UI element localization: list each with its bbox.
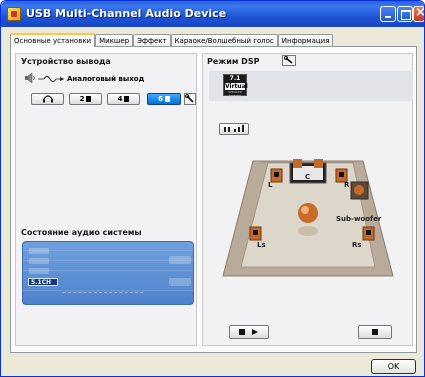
title-bar[interactable]: USB Multi-Channel Audio Device	[1, 1, 424, 27]
headphones-output-button[interactable]	[31, 93, 64, 105]
status-control	[169, 278, 191, 286]
dsp-settings-wrench-icon[interactable]	[282, 55, 296, 66]
channel-indicator	[29, 258, 49, 264]
output-settings-wrench-icon[interactable]	[184, 93, 196, 105]
speaker-label-left-surround: Ls	[257, 241, 266, 249]
tab-bar: Основные установки Микшер Эффект Караоке…	[10, 33, 334, 47]
speaker-cone	[293, 159, 302, 168]
level-bar-icon	[234, 129, 236, 132]
level-bar-icon	[242, 125, 244, 132]
status-section-title: Состояние аудио системы	[21, 228, 142, 237]
play-icon	[252, 329, 258, 335]
audio-device-window: USB Multi-Channel Audio Device Основные …	[0, 0, 425, 377]
analog-output-label: Аналоговый выход	[67, 75, 145, 83]
output-2ch-button[interactable]: 2	[69, 93, 102, 105]
speaker-icon	[239, 329, 245, 335]
virtual-speaker-mode-button[interactable]: 7.1 Virtual SPEAKER SHIFTER	[223, 74, 248, 98]
level-bar-icon	[224, 127, 226, 132]
level-bar-icon	[228, 127, 230, 132]
channel-indicator	[29, 248, 49, 254]
speaker-label-subwoofer: Sub-woofer	[336, 215, 382, 223]
output-6ch-button[interactable]: 6	[147, 93, 181, 105]
speaker-room-visualization	[222, 159, 394, 277]
speaker-icon	[164, 96, 170, 102]
headphones-icon	[42, 95, 53, 103]
virtual-mode-line1: 7.1	[229, 75, 241, 82]
window-title: USB Multi-Channel Audio Device	[26, 7, 227, 20]
speaker-volume-icon[interactable]	[24, 72, 36, 84]
output-section-title: Устройство вывода	[21, 57, 111, 66]
speaker-label-right-surround: Rs	[352, 241, 362, 249]
virtual-mode-line2: Virtual	[225, 83, 248, 90]
speaker-label-left: L	[268, 181, 273, 189]
output-2ch-label: 2	[79, 95, 85, 103]
stop-button[interactable]	[358, 325, 392, 339]
test-play-button[interactable]	[229, 325, 269, 339]
level-bar-icon	[238, 127, 240, 132]
output-4ch-button[interactable]: 4	[107, 93, 140, 105]
dsp-section-title: Режим DSP	[207, 57, 260, 66]
audio-system-status-panel: 5.1CH	[22, 241, 194, 305]
output-6ch-label: 6	[158, 95, 163, 103]
speaker-icon	[86, 96, 92, 102]
ok-button[interactable]: OK	[371, 359, 416, 374]
audio-app-icon	[7, 7, 21, 21]
analog-wave-icon	[38, 76, 64, 82]
maximize-button[interactable]	[397, 6, 413, 22]
close-button[interactable]	[413, 5, 424, 22]
status-stripe	[23, 290, 193, 291]
speaker-icon	[124, 96, 130, 102]
speaker-label-center: C	[305, 173, 311, 181]
output-4ch-label: 4	[117, 95, 123, 103]
speaker-level-button[interactable]	[219, 123, 249, 135]
status-control	[169, 256, 191, 264]
minimize-button[interactable]	[380, 6, 396, 22]
status-dashed-line	[63, 292, 143, 293]
channel-indicator	[29, 268, 49, 274]
speaker-cone	[314, 159, 323, 168]
channel-mode-indicator: 5.1CH	[28, 278, 58, 286]
virtual-mode-line3: SPEAKER SHIFTER	[228, 90, 242, 98]
tab-basic-settings[interactable]: Основные установки	[10, 33, 96, 47]
speaker-label-right: R	[344, 181, 350, 189]
